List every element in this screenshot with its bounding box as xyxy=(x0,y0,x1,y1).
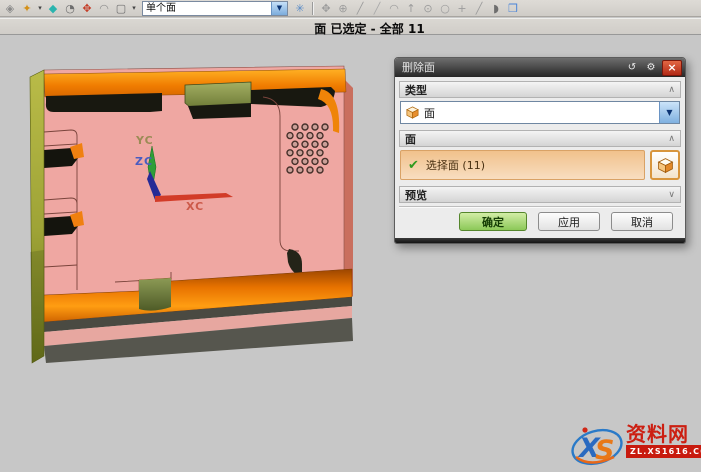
logo-dot xyxy=(582,427,587,432)
cooling-hole xyxy=(322,141,328,147)
face-type-cube-icon xyxy=(405,105,420,120)
section-header-preview[interactable]: 预览 ∨ xyxy=(399,186,681,203)
section-header-face[interactable]: 面 ∧ xyxy=(399,130,681,147)
cooling-hole xyxy=(317,133,323,139)
dialog-body: 类型 ∧ 面 ▼ 面 ∧ ✔ 选择面 (11) xyxy=(395,77,685,237)
type-dropdown-value: 面 xyxy=(424,105,659,121)
watermark: X S 资料网 ZL.XS1616.COM xyxy=(570,423,701,469)
check-icon: ✔ xyxy=(408,158,419,173)
cooling-hole xyxy=(307,133,313,139)
face-selection-group: ✔ 选择面 (11) xyxy=(400,150,680,180)
face-section-label: 面 xyxy=(405,131,668,147)
application-window: ◈✦▾◆◔✥◠▢▾ 单个面 ▼ ✳✥⊕╱╱◠↑⊙○+╱◗❒ 面 已选定 - 全部… xyxy=(0,0,701,472)
logo-s: S xyxy=(595,435,614,466)
cooling-hole xyxy=(322,158,328,164)
chevron-down-icon[interactable]: ∨ xyxy=(668,190,675,200)
reset-icon[interactable]: ↺ xyxy=(624,61,640,75)
cooling-hole xyxy=(297,150,303,156)
xs-logo: X S xyxy=(570,423,624,469)
select-face-label: 选择面 (11) xyxy=(426,157,485,173)
x-axis-label: XC xyxy=(186,200,204,213)
preview-section-label: 预览 xyxy=(405,187,668,203)
watermark-site-name: 资料网 xyxy=(626,423,689,445)
type-dropdown-arrow-icon[interactable]: ▼ xyxy=(659,102,679,123)
cooling-hole xyxy=(302,124,308,130)
cooling-hole xyxy=(302,141,308,147)
cooling-hole xyxy=(322,124,328,130)
section-header-type[interactable]: 类型 ∧ xyxy=(399,81,681,98)
cooling-hole xyxy=(292,124,298,130)
type-section-label: 类型 xyxy=(405,82,668,98)
cooling-hole xyxy=(287,133,293,139)
close-icon[interactable]: × xyxy=(662,60,682,76)
cooling-hole xyxy=(312,141,318,147)
watermark-url: ZL.XS1616.COM xyxy=(626,445,701,458)
cooling-hole xyxy=(292,158,298,164)
chevron-up-icon[interactable]: ∧ xyxy=(668,85,675,95)
dialog-resize-strip[interactable] xyxy=(395,238,685,243)
z-axis-label: ZC xyxy=(135,155,153,168)
cooling-hole xyxy=(307,150,313,156)
dialog-footer: 确定 应用 取消 xyxy=(399,206,681,237)
chevron-up-icon[interactable]: ∧ xyxy=(668,134,675,144)
delete-face-dialog: 删除面 ↺ ⚙ × 类型 ∧ 面 ▼ 面 ∧ xyxy=(394,57,686,244)
cooling-hole xyxy=(317,150,323,156)
cooling-hole xyxy=(307,167,313,173)
select-face-cube-icon xyxy=(657,157,674,174)
cooling-hole xyxy=(287,150,293,156)
cooling-hole xyxy=(297,133,303,139)
gear-icon[interactable]: ⚙ xyxy=(643,61,659,75)
cooling-hole xyxy=(297,167,303,173)
cancel-button[interactable]: 取消 xyxy=(611,212,673,231)
select-face-row[interactable]: ✔ 选择面 (11) xyxy=(400,150,645,180)
cooling-hole xyxy=(317,167,323,173)
cooling-hole xyxy=(312,124,318,130)
cooling-hole xyxy=(292,141,298,147)
cooling-hole xyxy=(287,167,293,173)
select-face-button[interactable] xyxy=(650,150,680,180)
dialog-title: 删除面 xyxy=(402,59,621,77)
ok-button[interactable]: 确定 xyxy=(459,212,527,231)
apply-button[interactable]: 应用 xyxy=(538,212,600,231)
cooling-hole xyxy=(302,158,308,164)
mold-plate-model xyxy=(30,66,353,363)
type-dropdown[interactable]: 面 ▼ xyxy=(400,101,680,124)
cooling-hole xyxy=(312,158,318,164)
y-axis-label: YC xyxy=(135,134,154,147)
dialog-titlebar[interactable]: 删除面 ↺ ⚙ × xyxy=(395,58,685,77)
